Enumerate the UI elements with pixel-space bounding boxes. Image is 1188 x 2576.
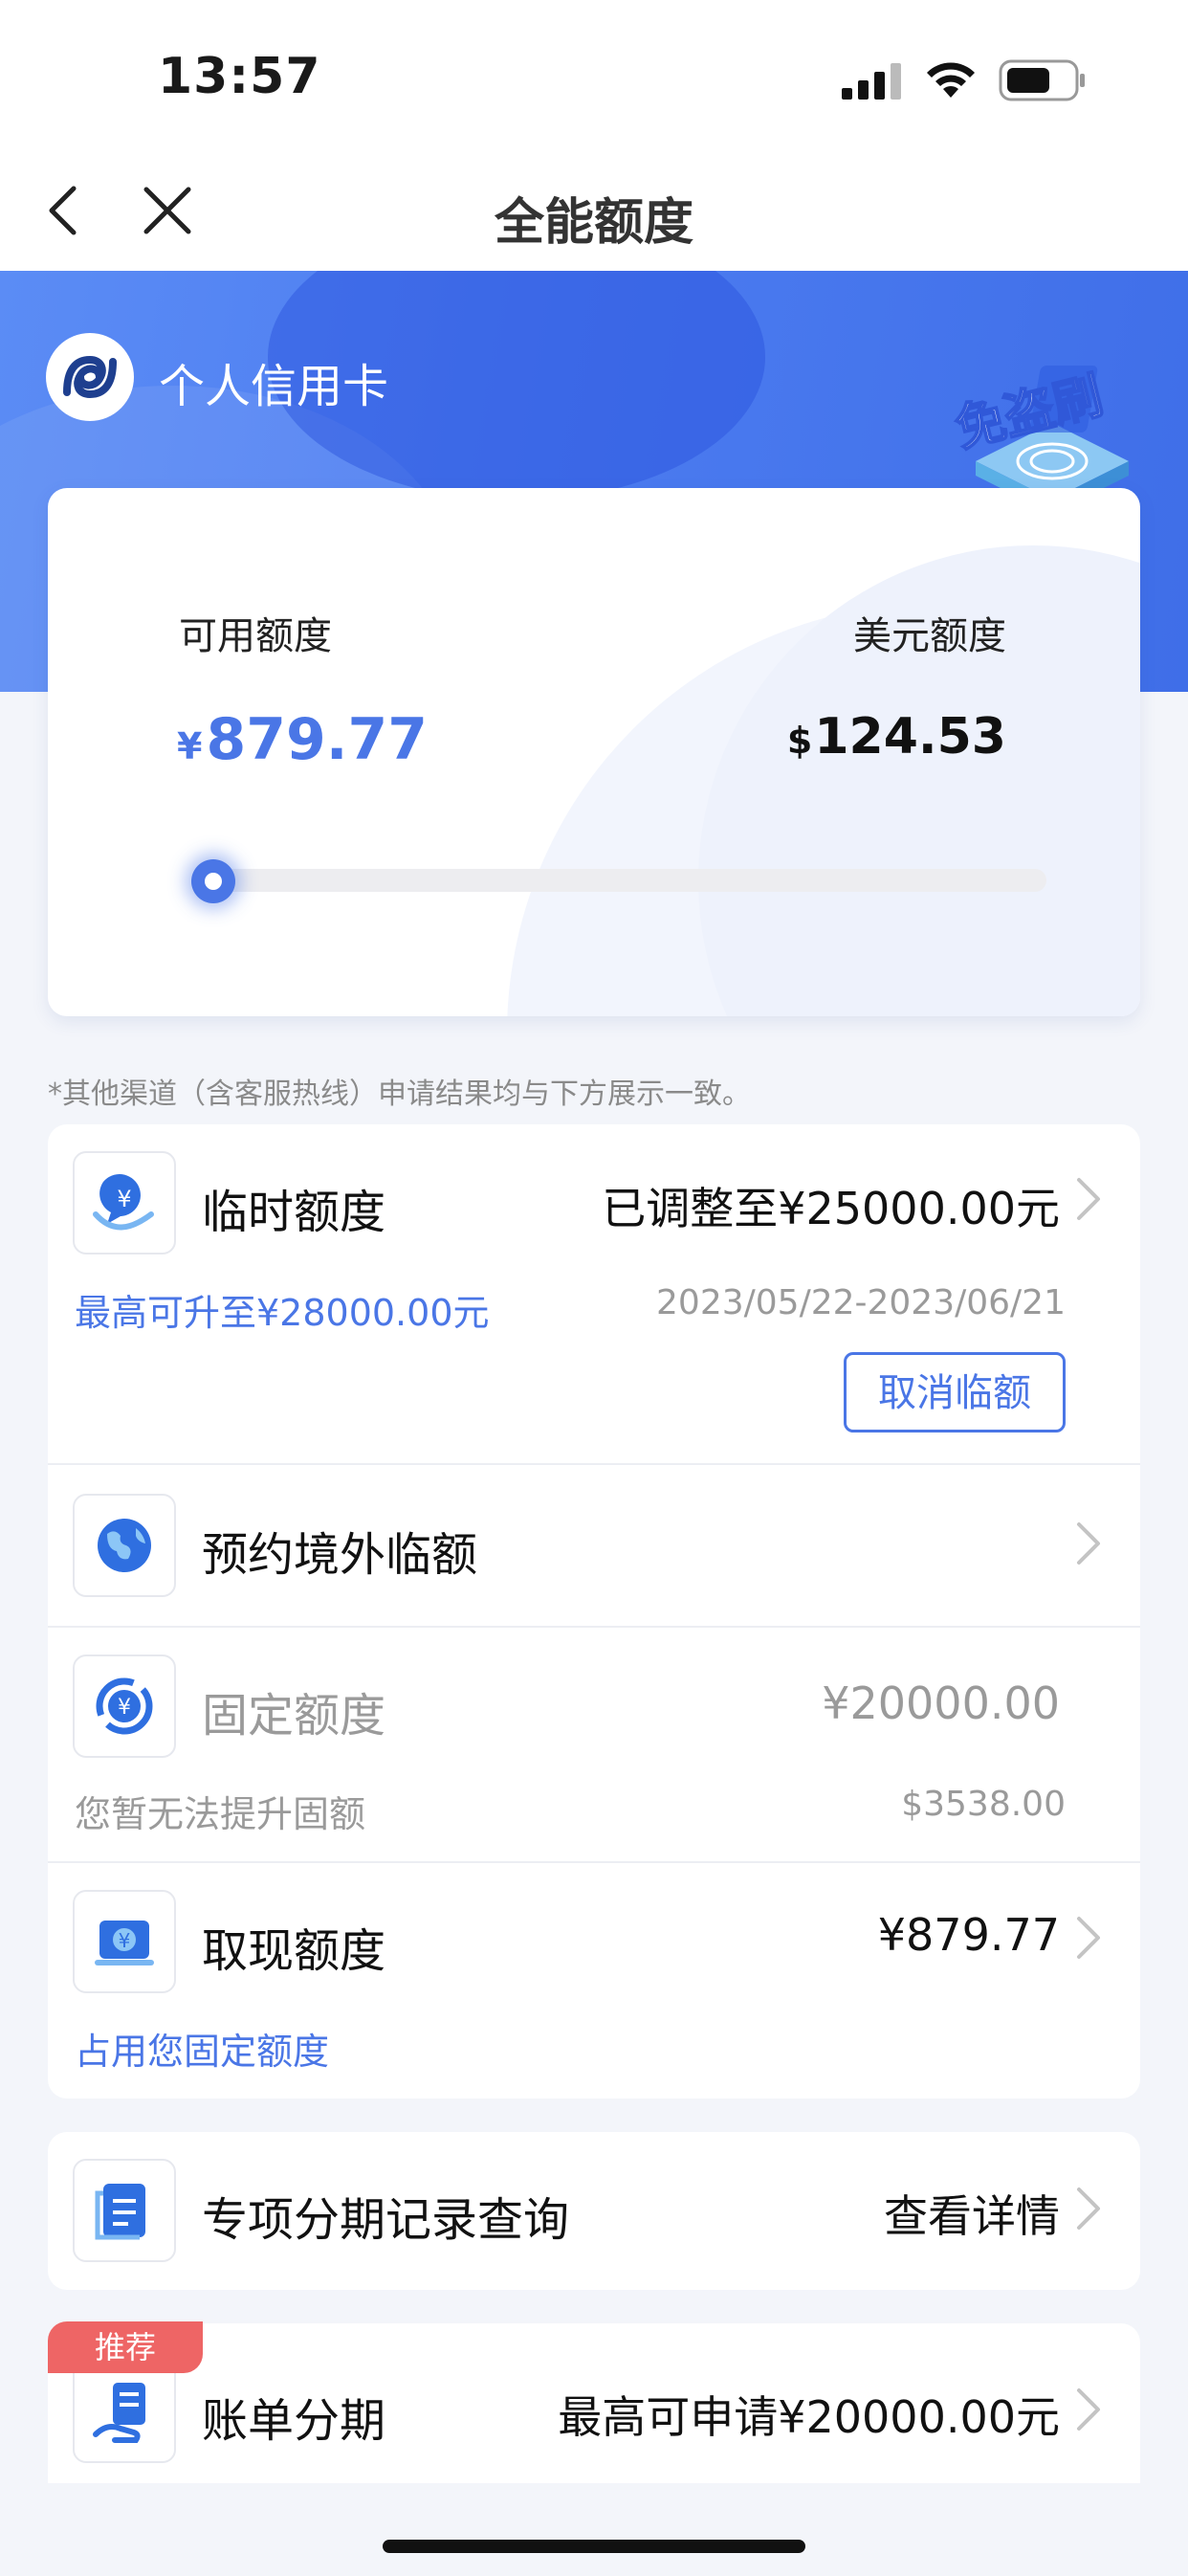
cash-quota-note: 占用您固定额度 bbox=[75, 2031, 330, 2073]
home-indicator[interactable] bbox=[383, 2540, 805, 2553]
usd-amount: 124.53 bbox=[814, 708, 1006, 766]
bill-installment-icon bbox=[73, 2360, 176, 2463]
chevron-right-icon bbox=[1077, 2187, 1100, 2230]
temp-quota-value: 已调整至¥25000.00元 bbox=[602, 1183, 1060, 1234]
available-quota-label: 可用额度 bbox=[179, 614, 332, 658]
installment-records-title: 专项分期记录查询 bbox=[202, 2193, 570, 2247]
cash-quota-title: 取现额度 bbox=[202, 1924, 386, 1978]
cash-quota-row[interactable]: ¥ 取现额度 ¥879.77 占用您固定额度 bbox=[48, 1863, 1140, 2099]
svg-text:¥: ¥ bbox=[119, 1929, 131, 1952]
usd-quota-label: 美元额度 bbox=[853, 614, 1006, 658]
recommend-tag: 推荐 bbox=[48, 2321, 203, 2373]
fixed-quota-icon: ¥ bbox=[73, 1654, 176, 1758]
overseas-temp-quota-title: 预约境外临额 bbox=[202, 1528, 478, 1582]
cash-quota-value: ¥879.77 bbox=[877, 1909, 1060, 1961]
overseas-temp-quota-row[interactable]: 预约境外临额 bbox=[48, 1465, 1140, 1626]
chevron-right-icon bbox=[1077, 1522, 1100, 1565]
temp-quota-title: 临时额度 bbox=[202, 1186, 386, 1239]
cash-quota-icon: ¥ bbox=[73, 1890, 176, 1993]
card-type-label: 个人信用卡 bbox=[159, 360, 389, 413]
status-time: 13:57 bbox=[158, 48, 321, 105]
bill-installment-title: 账单分期 bbox=[202, 2394, 386, 2448]
cancel-temp-quota-button[interactable]: 取消临额 bbox=[844, 1352, 1066, 1432]
wifi-icon bbox=[927, 62, 975, 98]
usd-symbol: $ bbox=[786, 720, 813, 762]
cellular-signal-icon bbox=[842, 63, 901, 100]
quota-card: 可用额度 美元额度 ¥879.77 $124.53 bbox=[48, 488, 1140, 1016]
battery-icon bbox=[999, 59, 1085, 101]
quota-progress-track bbox=[209, 869, 1046, 892]
records-icon bbox=[73, 2159, 176, 2262]
available-quota-amount: ¥879.77 bbox=[177, 706, 428, 773]
cny-symbol: ¥ bbox=[177, 725, 203, 767]
fixed-quota-row: ¥ 固定额度 ¥20000.00 您暂无法提升固额 $3538.00 bbox=[48, 1628, 1140, 1861]
bank-logo bbox=[46, 333, 134, 421]
page-title: 全能额度 bbox=[494, 194, 693, 252]
bank-logo-icon bbox=[63, 355, 117, 399]
svg-text:¥: ¥ bbox=[118, 1696, 131, 1720]
temp-quota-max: 最高可升至¥28000.00元 bbox=[75, 1292, 490, 1334]
cny-amount: 879.77 bbox=[206, 706, 428, 773]
bill-installment-value: 最高可申请¥20000.00元 bbox=[558, 2391, 1060, 2443]
installment-records-link[interactable]: 查看详情 bbox=[884, 2182, 1060, 2245]
fixed-quota-title: 固定额度 bbox=[202, 1689, 386, 1743]
chevron-right-icon bbox=[1077, 2388, 1100, 2431]
chevron-right-icon bbox=[1077, 1178, 1100, 1220]
installment-records-row[interactable]: 专项分期记录查询 查看详情 bbox=[48, 2132, 1140, 2290]
temp-quota-row[interactable]: ¥ 临时额度 已调整至¥25000.00元 最高可升至¥28000.00元 20… bbox=[48, 1124, 1140, 1463]
usd-quota-amount: $124.53 bbox=[787, 708, 1006, 766]
fixed-quota-usd: $3538.00 bbox=[901, 1785, 1066, 1824]
bottom-safe-area bbox=[0, 2483, 1188, 2576]
globe-icon bbox=[73, 1494, 176, 1597]
temp-quota-period: 2023/05/22-2023/06/21 bbox=[656, 1283, 1066, 1322]
temp-quota-icon: ¥ bbox=[73, 1151, 176, 1255]
fixed-quota-note: 您暂无法提升固额 bbox=[75, 1793, 366, 1835]
chevron-right-icon bbox=[1077, 1917, 1100, 1959]
quota-progress-knob bbox=[191, 859, 235, 903]
quota-list: ¥ 临时额度 已调整至¥25000.00元 最高可升至¥28000.00元 20… bbox=[48, 1124, 1140, 2099]
fixed-quota-value: ¥20000.00 bbox=[822, 1677, 1060, 1729]
notice-text: *其他渠道（含客服热线）申请结果均与下方展示一致。 bbox=[48, 1077, 751, 1111]
svg-text:¥: ¥ bbox=[117, 1186, 131, 1212]
